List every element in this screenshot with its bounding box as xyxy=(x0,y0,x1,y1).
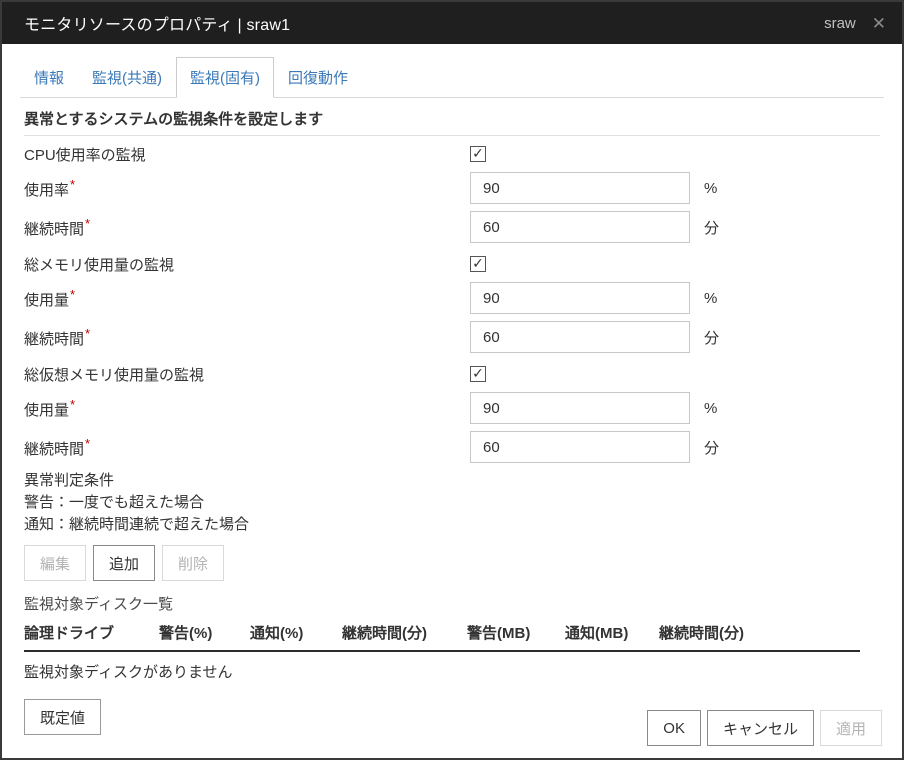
cpu-usage-monitor-row: CPU使用率の監視 ✓ xyxy=(24,140,880,168)
usage-rate-label: 使用率 xyxy=(24,177,470,200)
memory-usage-monitor-row: 総メモリ使用量の監視 ✓ xyxy=(24,250,880,278)
usage-amount-label: 使用量 xyxy=(24,287,470,310)
duration-label: 継続時間 xyxy=(24,436,470,459)
condition-note: 異常判定条件 警告：一度でも超えた場合 通知：継続時間連続で超えた場合 xyxy=(24,470,880,536)
column-duration-min-1: 継続時間(分) xyxy=(342,616,467,651)
disk-table-empty-message: 監視対象ディスクがありません xyxy=(24,652,880,682)
memory-duration-input[interactable] xyxy=(470,321,690,353)
ok-button[interactable]: OK xyxy=(647,710,701,746)
memory-usage-input[interactable] xyxy=(470,282,690,314)
virtual-memory-monitor-label: 総仮想メモリ使用量の監視 xyxy=(24,364,470,385)
disk-table-header-row: 論理ドライブ 警告(%) 通知(%) 継続時間(分) 警告(MB) 通知(MB)… xyxy=(24,616,860,651)
titlebar: モニタリソースのプロパティ | sraw1 sraw ✕ xyxy=(2,2,902,44)
unit-label: 分 xyxy=(704,437,719,458)
duration-label: 継続時間 xyxy=(24,216,470,239)
cpu-usage-monitor-label: CPU使用率の監視 xyxy=(24,144,470,165)
condition-note-notice: 通知：継続時間連続で超えた場合 xyxy=(24,514,880,536)
tab-info[interactable]: 情報 xyxy=(20,57,78,98)
tab-monitor-common[interactable]: 監視(共通) xyxy=(78,57,176,98)
checkmark-icon: ✓ xyxy=(472,366,484,380)
footer-actions: OK キャンセル 適用 xyxy=(641,710,882,746)
cpu-usage-rate-input[interactable] xyxy=(470,172,690,204)
edit-button[interactable]: 編集 xyxy=(24,545,86,581)
memory-usage-monitor-label: 総メモリ使用量の監視 xyxy=(24,254,470,275)
column-logical-drive: 論理ドライブ xyxy=(24,616,159,651)
unit-label: % xyxy=(704,290,717,307)
section-divider xyxy=(24,135,880,136)
resource-type-label: sraw xyxy=(824,15,856,32)
cpu-usage-monitor-checkbox[interactable]: ✓ xyxy=(470,146,486,162)
unit-label: 分 xyxy=(704,327,719,348)
tab-bar: 情報 監視(共通) 監視(固有) 回復動作 xyxy=(20,57,884,98)
memory-usage-monitor-checkbox[interactable]: ✓ xyxy=(470,256,486,272)
checkmark-icon: ✓ xyxy=(472,256,484,270)
cpu-duration-input[interactable] xyxy=(470,211,690,243)
disk-list-actions: 編集 追加 削除 xyxy=(24,545,880,581)
duration-label: 継続時間 xyxy=(24,326,470,349)
column-warning-percent: 警告(%) xyxy=(159,616,250,651)
condition-note-title: 異常判定条件 xyxy=(24,470,880,492)
add-button[interactable]: 追加 xyxy=(93,545,155,581)
section-header: 異常とするシステムの監視条件を設定します xyxy=(24,108,880,135)
disk-list-title: 監視対象ディスク一覧 xyxy=(24,593,880,614)
usage-amount-label: 使用量 xyxy=(24,397,470,420)
virtual-memory-monitor-checkbox[interactable]: ✓ xyxy=(470,366,486,382)
default-values-button[interactable]: 既定値 xyxy=(24,699,101,735)
column-duration-min-2: 継続時間(分) xyxy=(659,616,860,651)
cpu-usage-rate-row: 使用率 % xyxy=(24,172,880,204)
dialog-title: モニタリソースのプロパティ | sraw1 xyxy=(24,11,824,35)
cancel-button[interactable]: キャンセル xyxy=(707,710,814,746)
monitor-resource-properties-dialog: モニタリソースのプロパティ | sraw1 sraw ✕ 情報 監視(共通) 監… xyxy=(0,0,904,760)
virtual-memory-usage-input[interactable] xyxy=(470,392,690,424)
close-icon[interactable]: ✕ xyxy=(872,15,886,32)
virtual-memory-usage-row: 使用量 % xyxy=(24,392,880,424)
unit-label: % xyxy=(704,180,717,197)
cpu-duration-row: 継続時間 分 xyxy=(24,211,880,243)
memory-usage-row: 使用量 % xyxy=(24,282,880,314)
unit-label: % xyxy=(704,400,717,417)
checkmark-icon: ✓ xyxy=(472,146,484,160)
virtual-memory-duration-input[interactable] xyxy=(470,431,690,463)
tab-content: 異常とするシステムの監視条件を設定します CPU使用率の監視 ✓ 使用率 % 継… xyxy=(2,98,902,735)
column-notice-mb: 通知(MB) xyxy=(565,616,659,651)
virtual-memory-monitor-row: 総仮想メモリ使用量の監視 ✓ xyxy=(24,360,880,388)
column-warning-mb: 警告(MB) xyxy=(467,616,565,651)
condition-note-warning: 警告：一度でも超えた場合 xyxy=(24,492,880,514)
memory-duration-row: 継続時間 分 xyxy=(24,321,880,353)
disk-table: 論理ドライブ 警告(%) 通知(%) 継続時間(分) 警告(MB) 通知(MB)… xyxy=(24,616,860,652)
delete-button[interactable]: 削除 xyxy=(162,545,224,581)
column-notice-percent: 通知(%) xyxy=(250,616,342,651)
unit-label: 分 xyxy=(704,217,719,238)
apply-button[interactable]: 適用 xyxy=(820,710,882,746)
virtual-memory-duration-row: 継続時間 分 xyxy=(24,431,880,463)
tab-recovery-action[interactable]: 回復動作 xyxy=(274,57,362,98)
tab-monitor-special[interactable]: 監視(固有) xyxy=(176,57,274,98)
